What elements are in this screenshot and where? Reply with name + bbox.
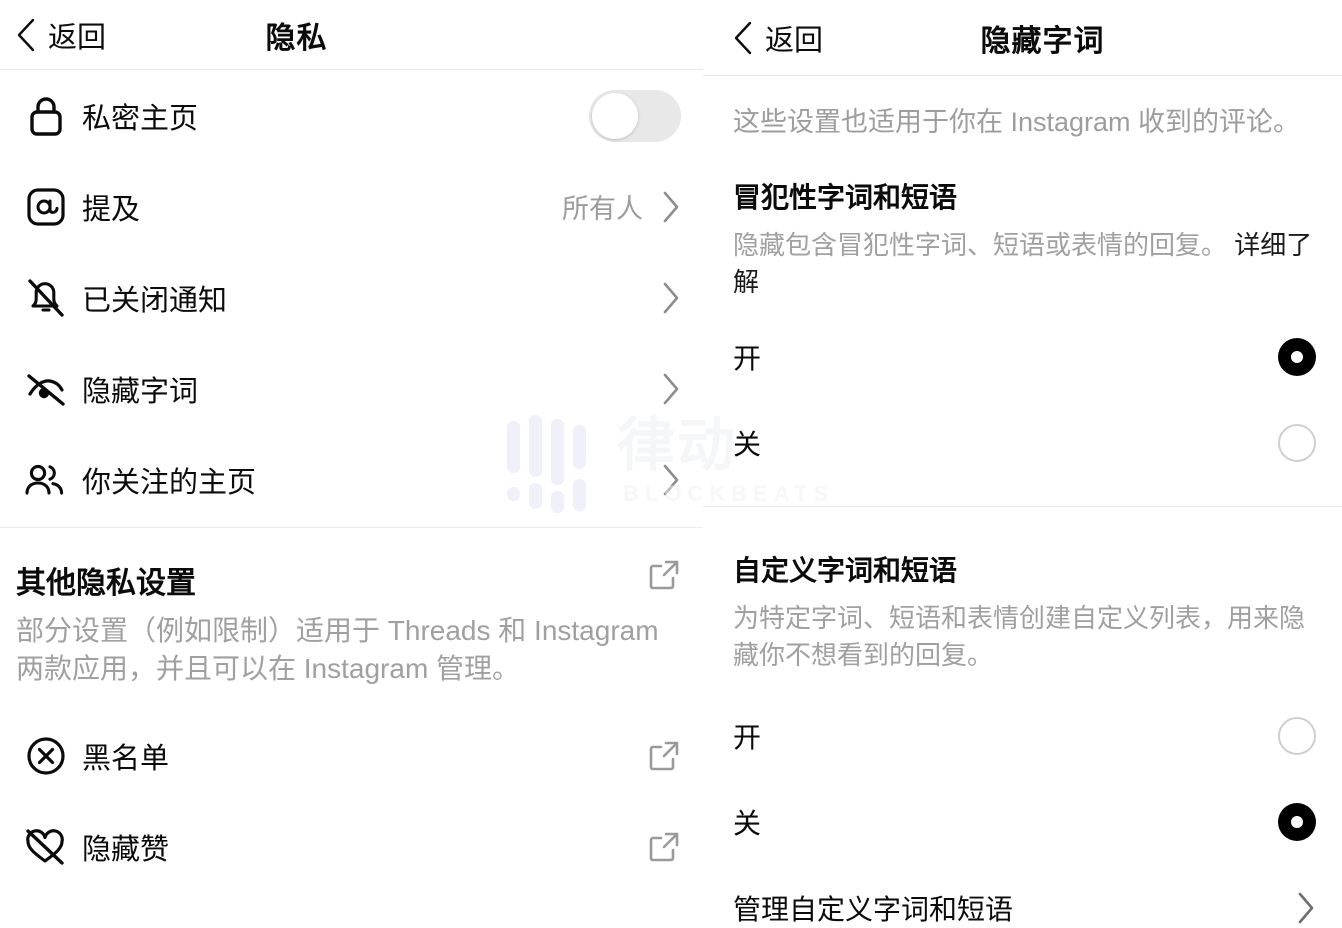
section-title-custom: 自定义字词和短语 bbox=[733, 555, 958, 587]
row-label-manage-custom-words: 管理自定义字词和短语 bbox=[733, 894, 1014, 925]
external-link-icon[interactable] bbox=[647, 558, 681, 592]
chevron-right-icon bbox=[1296, 891, 1316, 925]
row-manage-custom-words[interactable]: 管理自定义字词和短语 bbox=[703, 865, 1342, 928]
heart-off-icon bbox=[16, 824, 76, 870]
mention-at-icon bbox=[16, 184, 76, 230]
eye-off-icon bbox=[16, 366, 76, 412]
privacy-panel: 返回 隐私 私密主页 提及 所有人 已关闭通知 隐藏字词 你关注的主页 其他隐私… bbox=[0, 0, 703, 928]
option-label-offensive-off: 关 bbox=[733, 429, 762, 461]
lock-icon bbox=[16, 93, 76, 139]
toggle-knob bbox=[592, 92, 638, 139]
chevron-right-icon bbox=[661, 281, 681, 315]
row-label-hidden-words: 隐藏字词 bbox=[82, 375, 199, 408]
chevron-right-icon bbox=[661, 372, 681, 406]
row-hidden-words[interactable]: 隐藏字词 bbox=[0, 343, 703, 434]
row-hide-likes[interactable]: 隐藏赞 bbox=[0, 802, 703, 893]
other-privacy-header[interactable]: 其他隐私设置 bbox=[0, 528, 703, 602]
private-profile-toggle[interactable] bbox=[589, 89, 681, 142]
hidden-words-intro: 这些设置也适用于你在 Instagram 收到的评论。 bbox=[733, 107, 1301, 137]
option-label-offensive-on: 开 bbox=[733, 343, 762, 375]
row-private-profile[interactable]: 私密主页 bbox=[0, 70, 703, 161]
row-label-mentions: 提及 bbox=[82, 193, 141, 226]
option-custom-off[interactable]: 关 bbox=[703, 779, 1342, 865]
hidden-words-header: 返回 隐藏字词 bbox=[703, 0, 1342, 76]
bell-off-icon bbox=[16, 274, 76, 322]
section-desc-custom: 为特定字词、短语和表情创建自定义列表，用来隐藏你不想看到的回复。 bbox=[733, 603, 1306, 670]
other-privacy-title: 其他隐私设置 bbox=[16, 567, 196, 600]
row-label-following: 你关注的主页 bbox=[82, 466, 257, 499]
other-privacy-description: 部分设置（例如限制）适用于 Threads 和 Instagram 两款应用，并… bbox=[16, 615, 659, 685]
row-muted-notifications[interactable]: 已关闭通知 bbox=[0, 252, 703, 343]
external-link-icon[interactable] bbox=[647, 830, 681, 864]
hidden-words-panel: 返回 隐藏字词 这些设置也适用于你在 Instagram 收到的评论。 冒犯性字… bbox=[703, 0, 1342, 928]
header-divider bbox=[703, 75, 1342, 76]
row-following[interactable]: 你关注的主页 bbox=[0, 434, 703, 525]
section-desc-offensive: 隐藏包含冒犯性字词、短语或表情的回复。 详细了解 bbox=[703, 216, 1342, 300]
people-icon bbox=[16, 458, 76, 502]
radio-offensive-off[interactable] bbox=[1278, 424, 1316, 463]
privacy-header: 返回 隐私 bbox=[0, 0, 703, 70]
section-title-offensive: 冒犯性字词和短语 bbox=[733, 182, 958, 214]
row-blocklist[interactable]: 黑名单 bbox=[0, 711, 703, 802]
option-offensive-off[interactable]: 关 bbox=[703, 400, 1342, 486]
section-desc-offensive-text: 隐藏包含冒犯性字词、短语或表情的回复。 bbox=[733, 230, 1228, 261]
chevron-right-icon bbox=[661, 190, 681, 224]
option-label-custom-on: 开 bbox=[733, 722, 762, 753]
option-custom-on[interactable]: 开 bbox=[703, 693, 1342, 779]
option-offensive-on[interactable]: 开 bbox=[703, 314, 1342, 400]
row-label-hide-likes: 隐藏赞 bbox=[82, 834, 170, 867]
radio-custom-on[interactable] bbox=[1278, 717, 1316, 755]
privacy-title: 隐私 bbox=[265, 22, 328, 55]
row-mentions[interactable]: 提及 所有人 bbox=[0, 161, 703, 252]
hidden-words-title: 隐藏字词 bbox=[980, 25, 1105, 58]
row-label-private-profile: 私密主页 bbox=[82, 102, 199, 135]
option-label-custom-off: 关 bbox=[733, 808, 762, 839]
row-control bbox=[589, 89, 681, 142]
row-label-blocklist: 黑名单 bbox=[82, 743, 170, 776]
chevron-right-icon bbox=[661, 463, 681, 497]
row-value-mentions: 所有人 bbox=[562, 194, 643, 224]
dual-pane-screenshot: 律动 BLOCKBEATS 返回 隐私 私密主页 提及 所有人 已关闭通知 隐藏… bbox=[0, 0, 1342, 928]
x-circle-icon bbox=[16, 733, 76, 779]
radio-custom-off[interactable] bbox=[1278, 803, 1316, 841]
row-label-muted-notifications: 已关闭通知 bbox=[82, 284, 228, 317]
radio-offensive-on[interactable] bbox=[1278, 338, 1316, 377]
external-link-icon[interactable] bbox=[647, 739, 681, 773]
